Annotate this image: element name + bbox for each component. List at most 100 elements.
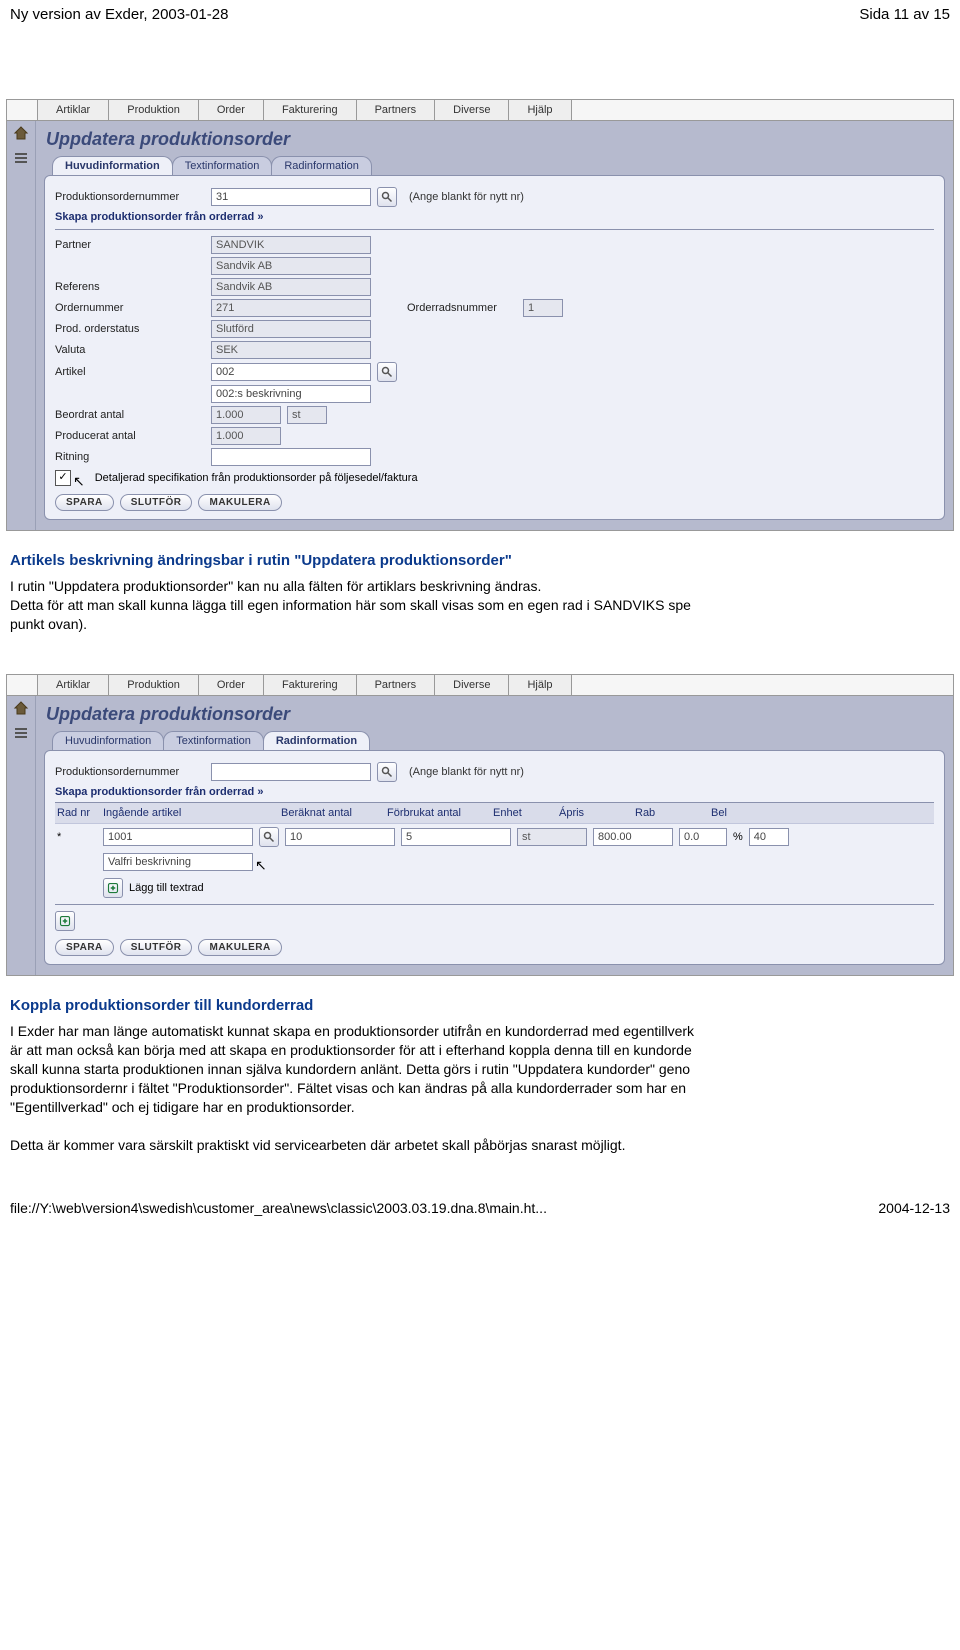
article-between: Artikels beskrivning ändringsbar i rutin… [10, 551, 950, 634]
line-row: * 1001 10 5 st 800.00 0.0 % 40 [55, 824, 934, 850]
tab-radinformation[interactable]: Radinformation [271, 156, 372, 175]
rad-value: * [57, 831, 97, 843]
tab-huvudinformation[interactable]: Huvudinformation [52, 156, 173, 175]
orderradsnr-label: Orderradsnummer [407, 302, 517, 314]
skapa-link[interactable]: Skapa produktionsorder från orderrad » [55, 786, 934, 798]
article-after: Koppla produktionsorder till kundorderra… [10, 996, 950, 1154]
menu-partners[interactable]: Partners [357, 675, 436, 695]
search-icon[interactable] [259, 827, 279, 847]
ritning-label: Ritning [55, 451, 205, 463]
menu-produktion[interactable]: Produktion [109, 100, 199, 120]
detalj-checkbox[interactable]: ✓ [55, 470, 71, 486]
menu-diverse[interactable]: Diverse [435, 675, 509, 695]
col-bel: Bel [711, 807, 751, 819]
col-rab: Rab [635, 807, 685, 819]
col-rad: Rad nr [57, 807, 97, 819]
search-icon[interactable] [377, 762, 397, 782]
lagg-label[interactable]: Lägg till textrad [129, 882, 204, 894]
tabs: Huvudinformation Textinformation Radinfo… [52, 156, 945, 175]
menu-artiklar[interactable]: Artiklar [38, 100, 109, 120]
tab-huvudinformation[interactable]: Huvudinformation [52, 731, 164, 750]
beordrat-input[interactable]: 1.000 [211, 406, 281, 424]
search-icon[interactable] [377, 187, 397, 207]
iconbar [7, 696, 36, 975]
producerat-input[interactable]: 1.000 [211, 427, 281, 445]
menu-diverse[interactable]: Diverse [435, 100, 509, 120]
cursor-icon: ↖ [255, 857, 267, 874]
prodordernr-input[interactable]: 31 [211, 188, 371, 206]
forb-input[interactable]: 5 [401, 828, 511, 846]
enh-input[interactable]: st [517, 828, 587, 846]
menu-fakturering[interactable]: Fakturering [264, 100, 357, 120]
makulera-button[interactable]: MAKULERA [198, 939, 281, 956]
article-heading-2: Koppla produktionsorder till kundorderra… [10, 996, 950, 1016]
partner-code-input[interactable]: SANDVIK [211, 236, 371, 254]
article-p: I Exder har man länge automatiskt kunnat… [10, 1022, 950, 1041]
slutfor-button[interactable]: SLUTFÖR [120, 939, 193, 956]
referens-input[interactable]: Sandvik AB [211, 278, 371, 296]
partner-name-input[interactable]: Sandvik AB [211, 257, 371, 275]
article-heading-1: Artikels beskrivning ändringsbar i rutin… [10, 551, 950, 571]
menu-artiklar[interactable]: Artiklar [38, 675, 109, 695]
tab-radinformation[interactable]: Radinformation [263, 731, 370, 750]
prodordernr-label: Produktionsordernummer [55, 191, 205, 203]
slutfor-button[interactable]: SLUTFÖR [120, 494, 193, 511]
article-p: skall kunna starta produktionen innan sj… [10, 1060, 950, 1079]
bel-input[interactable]: 40 [749, 828, 789, 846]
header-right: Sida 11 av 15 [859, 6, 950, 23]
ritning-input[interactable] [211, 448, 371, 466]
producerat-label: Producerat antal [55, 430, 205, 442]
menu-produktion[interactable]: Produktion [109, 675, 199, 695]
article-p: är att man också kan börja med att skapa… [10, 1041, 950, 1060]
rab-input[interactable]: 0.0 [679, 828, 727, 846]
artikel-label: Artikel [55, 366, 205, 378]
artikel-input[interactable]: 002 [211, 363, 371, 381]
add-textrow-icon[interactable] [103, 878, 123, 898]
footer: file://Y:\web\version4\swedish\customer_… [0, 1194, 960, 1222]
menu-hjalp[interactable]: Hjälp [509, 100, 571, 120]
tab-textinformation[interactable]: Textinformation [163, 731, 264, 750]
page-header: Ny version av Exder, 2003-01-28 Sida 11 … [0, 0, 960, 29]
prodordernr-input[interactable] [211, 763, 371, 781]
form-panel: Produktionsordernummer (Ange blankt för … [44, 750, 945, 965]
desc-input[interactable]: Valfri beskrivning [103, 853, 253, 871]
menu-fakturering[interactable]: Fakturering [264, 675, 357, 695]
makulera-button[interactable]: MAKULERA [198, 494, 281, 511]
art-input[interactable]: 1001 [103, 828, 253, 846]
article-p: "Egentillverkad" och ej tidigare har en … [10, 1098, 950, 1117]
blank-note: (Ange blankt för nytt nr) [409, 191, 524, 203]
home-icon[interactable] [13, 125, 29, 144]
menu-partners[interactable]: Partners [357, 100, 436, 120]
window-title: Uppdatera produktionsorder [46, 129, 945, 150]
article-p: produktionsordernr i fältet "Produktions… [10, 1079, 950, 1098]
prodordernr-label: Produktionsordernummer [55, 766, 205, 778]
valuta-input[interactable]: SEK [211, 341, 371, 359]
spara-button[interactable]: SPARA [55, 494, 114, 511]
add-row-icon[interactable] [55, 911, 75, 931]
orderstatus-input[interactable]: Slutförd [211, 320, 371, 338]
search-icon[interactable] [377, 362, 397, 382]
apris-input[interactable]: 800.00 [593, 828, 673, 846]
orderstatus-label: Prod. orderstatus [55, 323, 205, 335]
beordrat-unit-input[interactable]: st [287, 406, 327, 424]
berk-input[interactable]: 10 [285, 828, 395, 846]
home-icon[interactable] [13, 700, 29, 719]
menu-order[interactable]: Order [199, 675, 264, 695]
list-icon[interactable] [13, 725, 29, 744]
spara-button[interactable]: SPARA [55, 939, 114, 956]
tab-textinformation[interactable]: Textinformation [172, 156, 273, 175]
menu-order[interactable]: Order [199, 100, 264, 120]
skapa-link[interactable]: Skapa produktionsorder från orderrad » [55, 211, 934, 223]
footer-left: file://Y:\web\version4\swedish\customer_… [10, 1200, 547, 1216]
menubar: Artiklar Produktion Order Fakturering Pa… [7, 675, 953, 696]
artikeldesc-input[interactable]: 002:s beskrivning [211, 385, 371, 403]
list-icon[interactable] [13, 150, 29, 169]
orderradsnr-input[interactable]: 1 [523, 299, 563, 317]
ordernummer-input[interactable]: 271 [211, 299, 371, 317]
header-left: Ny version av Exder, 2003-01-28 [10, 6, 228, 23]
article-p: punkt ovan). [10, 615, 950, 634]
app-window-2: Artiklar Produktion Order Fakturering Pa… [6, 674, 954, 976]
beordrat-label: Beordrat antal [55, 409, 205, 421]
menu-hjalp[interactable]: Hjälp [509, 675, 571, 695]
col-forb: Förbrukat antal [387, 807, 487, 819]
